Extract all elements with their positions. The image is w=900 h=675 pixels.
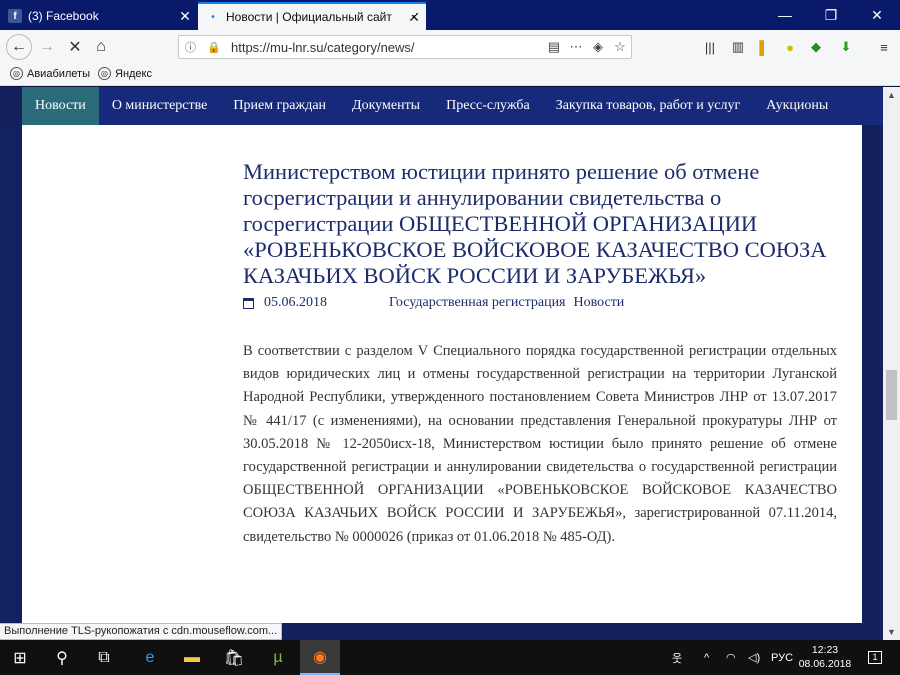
tab-title: Новости | Официальный сайт [226,10,392,24]
bookmark-star-icon[interactable]: ☆ [609,39,631,55]
globe-icon: ◎ [98,67,111,80]
task-view-icon[interactable]: ⧉ [84,640,124,675]
navigation-toolbar: ← → ✕ ⌂ ⓘ 🔒 https://mu-lnr.su/category/n… [0,30,900,64]
reader-view-icon[interactable]: ▤ [543,39,565,55]
utorrent-icon[interactable]: µ [258,640,298,675]
extension-badge-icon[interactable]: ● [780,38,800,56]
menu-item-reception[interactable]: Прием граждан [220,87,339,125]
category-link-news[interactable]: Новости [574,295,625,311]
scroll-thumb[interactable] [886,370,897,420]
download-icon[interactable]: ⬇ [836,38,856,56]
search-icon[interactable]: ⚲ [42,640,82,675]
store-icon[interactable]: 🛍 [214,640,254,675]
lock-icon[interactable]: 🔒 [207,41,223,54]
bookmark-yandex[interactable]: ◎ Яндекс [98,67,152,80]
globe-icon: ◎ [10,67,23,80]
vertical-scrollbar[interactable]: ▲ ▼ [883,87,900,640]
notification-count: 1 [868,651,882,664]
clock[interactable]: 12:23 08.06.2018 [797,643,853,671]
menu-item-news[interactable]: Новости [22,87,99,125]
article-title[interactable]: Министерством юстиции принято решение об… [243,159,843,289]
facebook-icon: f [8,9,22,23]
menu-item-auctions[interactable]: Аукционы [753,87,841,125]
bookmark-label: Яндекс [115,67,152,80]
close-window-button[interactable]: ✕ [854,0,900,30]
firefox-icon[interactable]: ◉ [300,640,340,675]
pocket-icon[interactable]: ◈ [587,39,609,55]
people-icon[interactable]: 웃 [672,640,682,675]
extension-flag-icon[interactable]: ▌ [754,38,774,56]
article-container: Министерством юстиции принято решение об… [22,125,862,623]
menu-item-documents[interactable]: Документы [339,87,433,125]
extension-nl-icon[interactable]: ◆ [806,38,826,56]
tab-title: (3) Facebook [28,9,99,23]
article-meta: 05.06.2018 Государственная регистрация Н… [243,295,624,311]
address-bar[interactable]: ⓘ 🔒 https://mu-lnr.su/category/news/ ▤ ⋯… [178,35,632,59]
menu-item-procurement[interactable]: Закупка товаров, работ и услуг [543,87,754,125]
home-icon[interactable]: ⌂ [88,34,114,60]
stop-button[interactable]: ✕ [62,34,88,60]
menu-item-ministry[interactable]: О министерстве [99,87,221,125]
article-date: 05.06.2018 [264,295,327,310]
browser-tab-strip: f (3) Facebook ✕ • Новости | Официальный… [0,0,900,30]
page-actions-icon[interactable]: ⋯ [565,39,587,55]
tab-facebook[interactable]: f (3) Facebook ✕ [0,2,197,30]
forward-button[interactable]: → [34,34,60,60]
calendar-icon [243,297,254,309]
bookmarks-toolbar: ◎ Авиабилеты ◎ Яндекс [0,64,900,86]
volume-icon[interactable]: ◁) [748,640,760,675]
scroll-down-arrow-icon[interactable]: ▼ [883,624,900,640]
bookmark-aviabilety[interactable]: ◎ Авиабилеты [10,67,90,80]
tray-expand-icon[interactable]: ^ [704,640,709,675]
minimize-button[interactable]: — [762,0,808,30]
start-button[interactable]: ⊞ [0,640,40,675]
clock-time: 12:23 [811,644,839,656]
scroll-up-arrow-icon[interactable]: ▲ [883,87,900,103]
menu-item-press[interactable]: Пресс-служба [433,87,543,125]
back-button[interactable]: ← [6,34,32,60]
file-explorer-icon[interactable]: ▬ [172,640,212,675]
close-tab-icon[interactable]: ✕ [173,8,197,25]
menu-icon[interactable]: ≡ [874,38,894,56]
library-icon[interactable]: ||| [700,38,720,56]
url-text[interactable]: https://mu-lnr.su/category/news/ [231,40,543,55]
article-body: В соответствии с разделом V Специального… [243,343,837,545]
loading-icon: • [211,11,215,23]
tab-news[interactable]: • Новости | Официальный сайт ✕ [198,2,426,30]
page-background [0,125,22,623]
sidebar-icon[interactable]: ▥ [728,38,748,56]
language-indicator[interactable]: РУС [771,640,793,675]
bookmark-label: Авиабилеты [27,67,91,80]
status-panel: Выполнение TLS-рукопожатия с cdn.mousefl… [0,623,283,640]
restore-button[interactable]: ❐ [808,0,854,30]
windows-taskbar: ⊞ ⚲ ⧉ e ▬ 🛍 µ ◉ 웃 ^ ◠ ◁) РУС 12:23 08.06… [0,640,900,675]
network-icon[interactable]: ◠ [726,640,736,675]
notifications-icon[interactable]: 1 [868,640,882,675]
page-viewport: Новости О министерстве Прием граждан Док… [0,87,883,623]
category-link-registration[interactable]: Государственная регистрация [389,295,566,311]
new-tab-button[interactable]: + [398,3,424,27]
edge-icon[interactable]: e [130,640,170,675]
clock-date: 08.06.2018 [798,658,852,670]
info-icon[interactable]: ⓘ [185,39,201,55]
site-main-menu: Новости О министерстве Прием граждан Док… [22,87,883,125]
